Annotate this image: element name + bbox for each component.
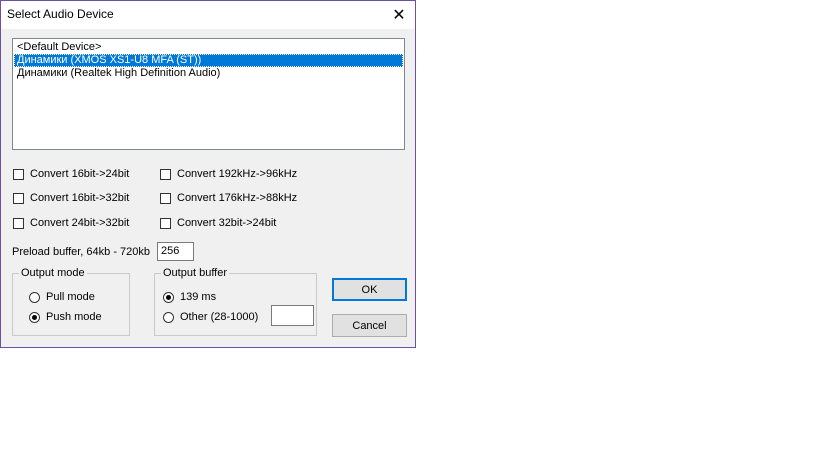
ok-button[interactable]: OK — [332, 278, 407, 301]
device-listbox[interactable]: <Default Device> Динамики (XMOS XS1-U8 M… — [12, 38, 405, 150]
checkbox-icon[interactable] — [13, 168, 24, 180]
radio-label: Other (28-1000) — [180, 311, 259, 323]
preload-buffer-input[interactable]: 256 — [157, 242, 194, 261]
radio-icon[interactable] — [163, 311, 174, 323]
convert-24-32-checkbox[interactable]: Convert 24bit->32bit — [13, 217, 129, 229]
push-mode-radio[interactable]: Push mode — [29, 311, 102, 323]
output-mode-group: Output mode — [12, 267, 130, 336]
checkbox-label: Convert 176kHz->88kHz — [177, 192, 298, 204]
radio-label: Push mode — [46, 311, 102, 323]
checkbox-label: Convert 24bit->32bit — [30, 217, 130, 229]
device-list-item-selected[interactable]: Динамики (XMOS XS1-U8 MFA (ST)) — [14, 54, 403, 67]
buffer-other-radio[interactable]: Other (28-1000) — [163, 311, 258, 323]
checkbox-icon[interactable] — [160, 168, 171, 180]
radio-icon[interactable] — [29, 291, 40, 303]
convert-192-96-checkbox[interactable]: Convert 192kHz->96kHz — [160, 168, 297, 180]
output-mode-title: Output mode — [19, 267, 87, 279]
convert-176-88-checkbox[interactable]: Convert 176kHz->88kHz — [160, 192, 297, 204]
pull-mode-radio[interactable]: Pull mode — [29, 291, 95, 303]
output-buffer-title: Output buffer — [161, 267, 230, 279]
device-list-item[interactable]: <Default Device> — [14, 41, 403, 54]
checkbox-icon[interactable] — [160, 192, 171, 204]
convert-16-32-checkbox[interactable]: Convert 16bit->32bit — [13, 192, 129, 204]
radio-selected-icon[interactable] — [29, 311, 40, 323]
convert-32-24-checkbox[interactable]: Convert 32bit->24bit — [160, 217, 276, 229]
checkbox-icon[interactable] — [160, 217, 171, 229]
select-audio-device-dialog: Select Audio Device ✕ <Default Device> Д… — [0, 0, 416, 348]
close-icon[interactable]: ✕ — [383, 1, 415, 29]
other-buffer-input[interactable] — [271, 305, 314, 326]
cancel-button[interactable]: Cancel — [332, 314, 407, 337]
window-title: Select Audio Device — [7, 7, 114, 21]
radio-selected-icon[interactable] — [163, 291, 174, 303]
checkbox-icon[interactable] — [13, 192, 24, 204]
checkbox-label: Convert 16bit->24bit — [30, 168, 130, 180]
radio-label: Pull mode — [46, 291, 95, 303]
radio-label: 139 ms — [180, 291, 217, 303]
buffer-139ms-radio[interactable]: 139 ms — [163, 291, 216, 303]
checkbox-icon[interactable] — [13, 217, 24, 229]
preload-buffer-label: Preload buffer, 64kb - 720kb — [12, 246, 151, 258]
device-list-item[interactable]: Динамики (Realtek High Definition Audio) — [14, 67, 403, 80]
checkbox-label: Convert 192kHz->96kHz — [177, 168, 298, 180]
checkbox-label: Convert 16bit->32bit — [30, 192, 130, 204]
checkbox-label: Convert 32bit->24bit — [177, 217, 277, 229]
title-bar[interactable]: Select Audio Device ✕ — [1, 1, 415, 29]
convert-16-24-checkbox[interactable]: Convert 16bit->24bit — [13, 168, 129, 180]
